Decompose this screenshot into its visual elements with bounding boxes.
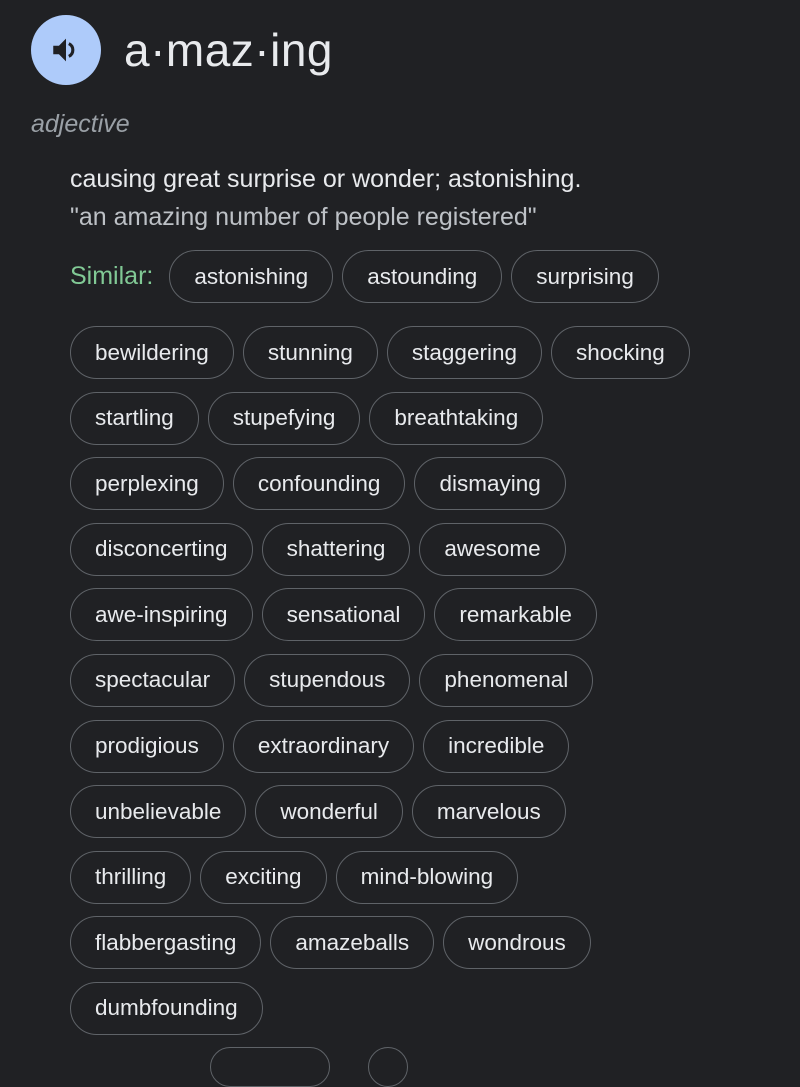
synonym-chip-row: dumbfounding (70, 981, 790, 1035)
entry-header: a·maz·ing (31, 15, 333, 85)
synonym-chip[interactable]: phenomenal (419, 653, 594, 707)
synonym-chip-row: flabbergasting amazeballs wondrous (70, 916, 790, 970)
synonym-chip[interactable]: amazeballs (270, 916, 435, 970)
synonym-chip-row: unbelievable wonderful marvelous (70, 785, 790, 839)
synonym-chip-row: prodigious extraordinary incredible (70, 719, 790, 773)
synonym-chip[interactable]: confounding (232, 457, 406, 511)
synonym-chip[interactable]: bewildering (70, 326, 234, 379)
synonym-chip[interactable]: prodigious (70, 719, 224, 773)
synonym-chip[interactable]: unbelievable (70, 785, 247, 839)
synonym-chip[interactable]: remarkable (434, 588, 597, 642)
synonym-chip[interactable]: shattering (261, 522, 411, 576)
synonym-chip-row: bewildering stunning staggering shocking (70, 326, 790, 379)
synonym-chip-partial[interactable] (210, 1047, 330, 1087)
definition-text: causing great surprise or wonder; astoni… (70, 165, 582, 193)
synonym-chip[interactable]: wonderful (255, 785, 403, 839)
synonym-chip[interactable]: astonishing (169, 250, 334, 303)
synonym-chip[interactable]: staggering (386, 326, 542, 379)
synonym-chip[interactable]: disconcerting (70, 522, 253, 576)
synonym-chip[interactable]: sensational (261, 588, 426, 642)
synonym-chip-row: startling stupefying breathtaking (70, 391, 790, 445)
synonym-chip[interactable]: perplexing (70, 457, 224, 511)
part-of-speech: adjective (31, 110, 130, 138)
synonym-chip[interactable]: stunning (242, 326, 378, 379)
synonym-chip-list: bewildering stunning staggering shocking sta… (70, 326, 790, 1048)
synonym-chip[interactable]: dismaying (414, 457, 566, 511)
synonym-chip[interactable]: startling (70, 391, 199, 445)
synonym-chip[interactable]: incredible (423, 719, 570, 773)
synonym-chip[interactable]: mind-blowing (335, 850, 519, 904)
synonym-chip[interactable]: wondrous (443, 916, 591, 970)
synonym-chip-row: perplexing confounding dismaying (70, 457, 790, 511)
synonym-chip[interactable]: shocking (550, 326, 690, 379)
synonym-chip[interactable]: thrilling (70, 850, 192, 904)
synonym-chip-row: spectacular stupendous phenomenal (70, 653, 790, 707)
example-sentence: "an amazing number of people registered" (70, 203, 537, 231)
synonym-chip[interactable]: flabbergasting (70, 916, 262, 970)
synonym-chip[interactable]: exciting (200, 850, 327, 904)
synonym-chip[interactable]: awe-inspiring (70, 588, 253, 642)
synonym-chip-row: awe-inspiring sensational remarkable (70, 588, 790, 642)
synonym-chip-row: disconcerting shattering awesome (70, 522, 790, 576)
synonym-chip[interactable]: surprising (511, 250, 659, 303)
synonym-chip-row: thrilling exciting mind-blowing (70, 850, 790, 904)
synonym-chip[interactable]: breathtaking (369, 391, 544, 445)
pronunciation-button[interactable] (31, 15, 101, 85)
synonym-chip[interactable]: astounding (342, 250, 503, 303)
synonym-chip[interactable]: dumbfounding (70, 981, 263, 1035)
synonym-chip[interactable]: spectacular (70, 653, 236, 707)
synonym-chip[interactable]: stupefying (207, 391, 361, 445)
synonym-chip[interactable]: awesome (419, 522, 566, 576)
synonym-chip[interactable]: marvelous (411, 785, 566, 839)
similar-label: Similar: (70, 262, 154, 290)
synonym-chip[interactable]: extraordinary (232, 719, 415, 773)
cut-off-chip-row (210, 1047, 408, 1087)
synonym-chip[interactable]: stupendous (244, 653, 411, 707)
synonym-chip-partial[interactable] (368, 1047, 408, 1087)
volume-up-icon (53, 38, 75, 62)
similar-first-row: Similar: astonishing astounding surprisi… (70, 250, 668, 303)
headword: a·maz·ing (124, 24, 334, 76)
